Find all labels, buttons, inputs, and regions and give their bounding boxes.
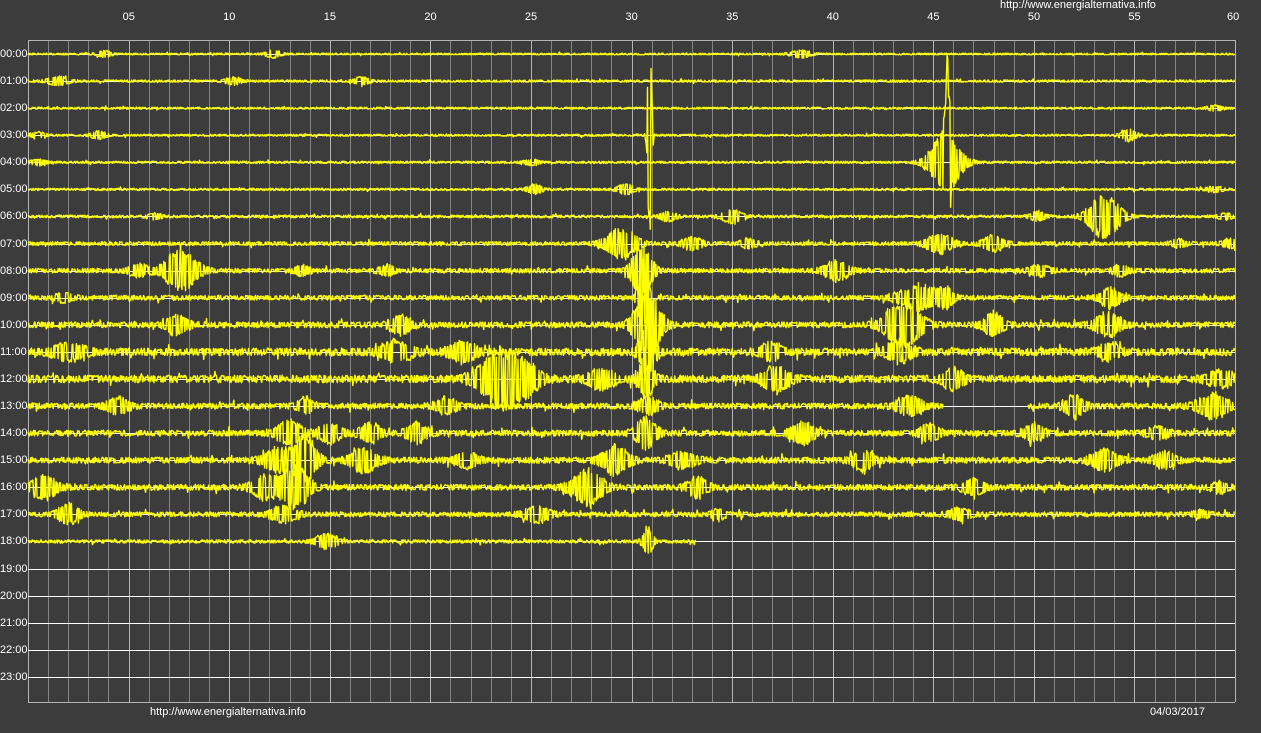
x-tick-label: 15 [323, 11, 336, 23]
y-tick-label: 03:00 [0, 129, 28, 142]
y-tick-label: 05:00 [0, 183, 28, 196]
seismogram-chart [0, 0, 1261, 733]
x-tick-label: 05 [122, 11, 135, 23]
chart-date: 04/03/2017 [1150, 706, 1206, 718]
y-tick-label: 06:00 [0, 210, 28, 223]
y-tick-label: 01:00 [0, 75, 28, 88]
y-tick-label: 15:00 [0, 454, 28, 467]
x-tick-label: 10 [223, 11, 236, 23]
x-tick-label: 35 [726, 11, 739, 23]
y-tick-label: 21:00 [0, 616, 28, 629]
y-tick-label: 13:00 [0, 400, 28, 413]
y-tick-label: 22:00 [0, 643, 28, 656]
y-tick-label: 09:00 [0, 291, 28, 304]
y-tick-label: 23:00 [0, 670, 28, 683]
header-url: http://www.energialternativa.info [1000, 0, 1156, 11]
y-tick-label: 16:00 [0, 481, 28, 494]
x-tick-label: 45 [927, 11, 940, 23]
x-tick-label: 50 [1027, 11, 1041, 23]
x-tick-label: 30 [625, 11, 638, 23]
y-tick-label: 00:00 [0, 48, 28, 60]
x-tick-label: 55 [1128, 11, 1141, 23]
y-tick-label: 08:00 [0, 264, 28, 277]
y-tick-label: 07:00 [0, 237, 28, 250]
y-tick-label: 02:00 [0, 102, 28, 115]
footer-url: http://www.energialternativa.info [150, 706, 306, 718]
x-tick-label: 25 [524, 11, 538, 23]
y-tick-label: 11:00 [0, 345, 27, 358]
y-tick-label: 14:00 [0, 427, 28, 440]
y-tick-label: 20:00 [0, 589, 28, 602]
y-tick-label: 04:00 [0, 156, 28, 169]
y-tick-label: 19:00 [0, 562, 28, 575]
x-tick-label: 20 [424, 11, 437, 23]
y-tick-label: 17:00 [0, 508, 28, 521]
x-tick-label: 40 [826, 11, 839, 23]
y-tick-label: 10:00 [0, 318, 28, 331]
x-tick-label: 60 [1227, 11, 1240, 23]
y-tick-label: 12:00 [0, 372, 28, 385]
y-tick-label: 18:00 [0, 535, 28, 548]
